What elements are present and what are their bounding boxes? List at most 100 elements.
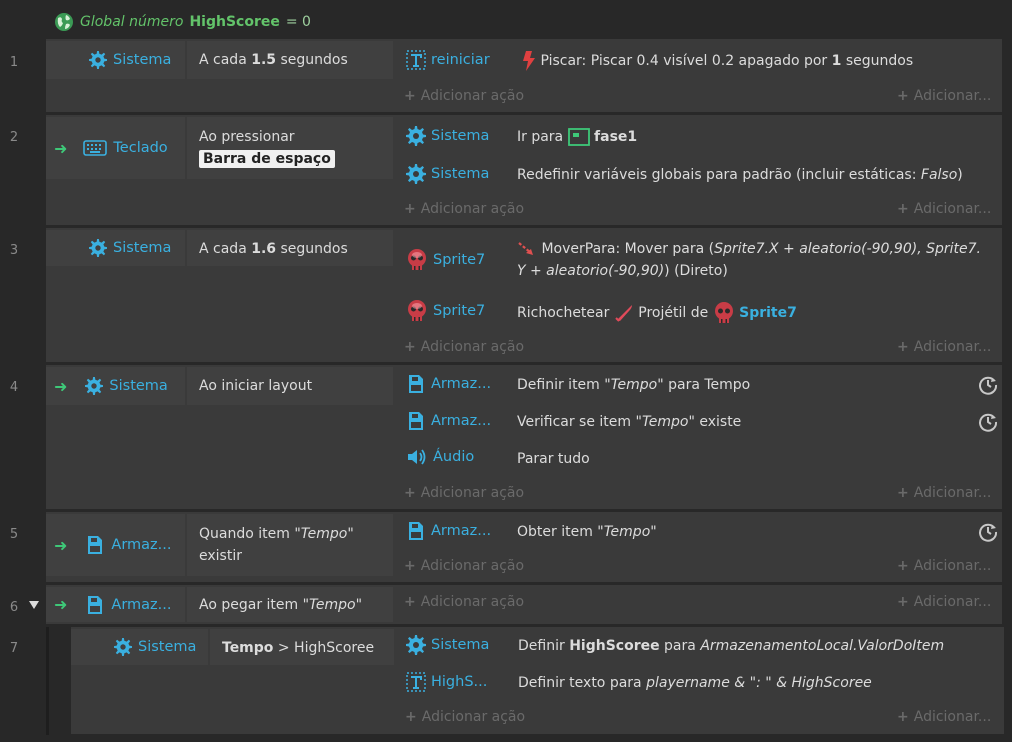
event-7-condition[interactable]: Tempo > HighScoree [210, 629, 394, 665]
action-object-name: Armaz... [431, 523, 492, 539]
add-action-button[interactable]: + Adicionar ação [404, 88, 524, 104]
action-text[interactable]: Definir texto para playername & ": " & H… [518, 672, 872, 694]
event-4-condition[interactable]: Ao iniciar layout [187, 367, 393, 405]
add-more-button[interactable]: + Adicionar... [897, 339, 991, 355]
action-object[interactable]: reiniciar [406, 50, 490, 70]
action-text-part: Redefinir variáveis globais para padrão … [517, 167, 917, 183]
collapse-triangle-icon[interactable] [29, 598, 39, 614]
condition-text: Tempo [309, 597, 356, 613]
action-object[interactable]: HighS... [406, 672, 487, 692]
global-var-prefix: Global número [80, 14, 184, 30]
skull-sprite-icon [408, 249, 426, 270]
action-object[interactable]: Armaz... [406, 521, 491, 541]
text-object-icon [406, 50, 426, 70]
action-text-part: Definir texto para [518, 675, 642, 691]
storage-icon [409, 375, 423, 393]
event-7-condition-object[interactable]: Sistema [71, 629, 208, 665]
action-text-part: Sprite7 [739, 305, 797, 321]
action-text[interactable]: Verificar se item "Tempo" existe [517, 411, 741, 433]
clock-icon [979, 523, 998, 542]
action-text-part: Tempo [603, 524, 651, 540]
row-number: 7 [9, 641, 19, 656]
action-object[interactable]: Armaz... [406, 374, 491, 394]
action-text-part: ArmazenamentoLocal.ValorDoItem [700, 638, 945, 654]
add-more-button[interactable]: + Adicionar... [897, 709, 991, 725]
action-object[interactable]: Sistema [406, 164, 489, 184]
add-more-label: Adicionar... [913, 339, 992, 355]
event-1-condition[interactable]: A cada 1.5 segundos [187, 41, 393, 79]
add-action-button[interactable]: + Adicionar ação [404, 485, 524, 501]
add-action-button[interactable]: + Adicionar ação [404, 339, 524, 355]
global-variable[interactable]: Global número HighScoree = 0 [54, 11, 311, 33]
text-object-icon [406, 672, 426, 692]
action-text[interactable]: Redefinir variáveis globais para padrão … [517, 164, 963, 186]
action-text-part: " para Tempo [657, 377, 751, 393]
action-object[interactable]: Sistema [406, 635, 489, 655]
add-more-label: Adicionar... [913, 485, 992, 501]
add-more-button[interactable]: + Adicionar... [897, 594, 991, 610]
add-more-button[interactable]: + Adicionar... [897, 558, 991, 574]
event-6-condition-object[interactable]: ➜ Armaz... [46, 587, 185, 622]
action-object[interactable]: Sistema [406, 126, 489, 146]
gear-icon [406, 126, 426, 146]
add-action-button[interactable]: + Adicionar ação [404, 594, 524, 610]
condition-object-name: Sistema [109, 378, 168, 394]
clock-icon [979, 376, 998, 395]
action-text[interactable]: MoverPara: Mover para (Sprite7.X + aleat… [517, 238, 992, 282]
condition-text: " [347, 526, 354, 542]
action-text-part: Tempo [610, 377, 658, 393]
action-text[interactable]: Piscar: Piscar 0.4 visível 0.2 apagado p… [522, 50, 913, 72]
condition-text: Quando item " [199, 526, 301, 542]
add-action-label: Adicionar ação [420, 558, 525, 574]
condition-object-name: Sistema [138, 639, 197, 655]
action-object-name: Armaz... [431, 413, 492, 429]
row-number: 1 [9, 55, 19, 70]
add-action-button[interactable]: + Adicionar ação [405, 709, 525, 725]
action-object[interactable]: Armaz... [406, 411, 491, 431]
action-text[interactable]: Parar tudo [517, 448, 590, 470]
layout-icon [567, 128, 590, 146]
action-text-part: ) (Direto) [664, 263, 728, 279]
row-number: 3 [9, 243, 19, 258]
action-text[interactable]: Ir para fase1 [517, 126, 637, 148]
add-action-button[interactable]: + Adicionar ação [404, 558, 524, 574]
condition-text: > HighScoree [277, 640, 375, 656]
action-text-part: Ir para [517, 129, 564, 145]
trigger-arrow-icon: ➜ [54, 535, 68, 555]
action-text[interactable]: Obter item "Tempo" [517, 521, 657, 543]
event-2-condition[interactable]: Ao pressionar Barra de espaço [187, 117, 393, 179]
event-5-condition-object[interactable]: ➜ Armaz... [46, 514, 185, 576]
add-more-button[interactable]: + Adicionar... [897, 485, 991, 501]
event-4-condition-object[interactable]: ➜ Sistema [46, 367, 185, 405]
action-text-part: 1 [831, 53, 842, 69]
condition-text: A cada [199, 241, 247, 257]
action-object[interactable]: Sprite7 [406, 248, 485, 272]
condition-text: A cada [199, 52, 247, 68]
event-3-condition[interactable]: A cada 1.6 segundos [187, 230, 393, 266]
action-text[interactable]: Definir item "Tempo" para Tempo [517, 374, 750, 396]
action-text-part: Richochetear [517, 305, 610, 321]
action-object[interactable]: Áudio [406, 448, 474, 466]
action-text-part: fase1 [594, 129, 638, 145]
add-action-button[interactable]: + Adicionar ação [404, 201, 524, 217]
add-more-button[interactable]: + Adicionar... [897, 88, 991, 104]
skull-sprite-icon [408, 300, 426, 321]
flash-icon [523, 51, 535, 71]
action-text[interactable]: Definir HighScoree para ArmazenamentoLoc… [518, 635, 944, 657]
action-text-part: Piscar: Piscar 0.4 visível 0.2 apagado p… [540, 53, 828, 69]
storage-icon [409, 522, 423, 540]
globe-icon [55, 13, 73, 31]
action-object-name: Sprite7 [433, 252, 486, 268]
gear-icon [406, 164, 426, 184]
event-3-condition-object[interactable]: Sistema [46, 230, 185, 266]
event-6-condition[interactable]: Ao pegar item "Tempo" [187, 587, 393, 622]
event-5-condition[interactable]: Quando item "Tempo" existir [187, 514, 393, 576]
add-more-button[interactable]: + Adicionar... [897, 201, 991, 217]
event-1-condition-object[interactable]: Sistema [46, 41, 185, 79]
action-object[interactable]: Sprite7 [406, 299, 485, 323]
condition-text: existir [199, 548, 242, 564]
action-text[interactable]: Richochetear Projétil de Sprite7 [517, 301, 797, 325]
event-2-condition-object[interactable]: ➜ Teclado [46, 117, 185, 179]
add-more-label: Adicionar... [913, 201, 992, 217]
action-text-part: MoverPara: Mover para ( [541, 241, 715, 257]
